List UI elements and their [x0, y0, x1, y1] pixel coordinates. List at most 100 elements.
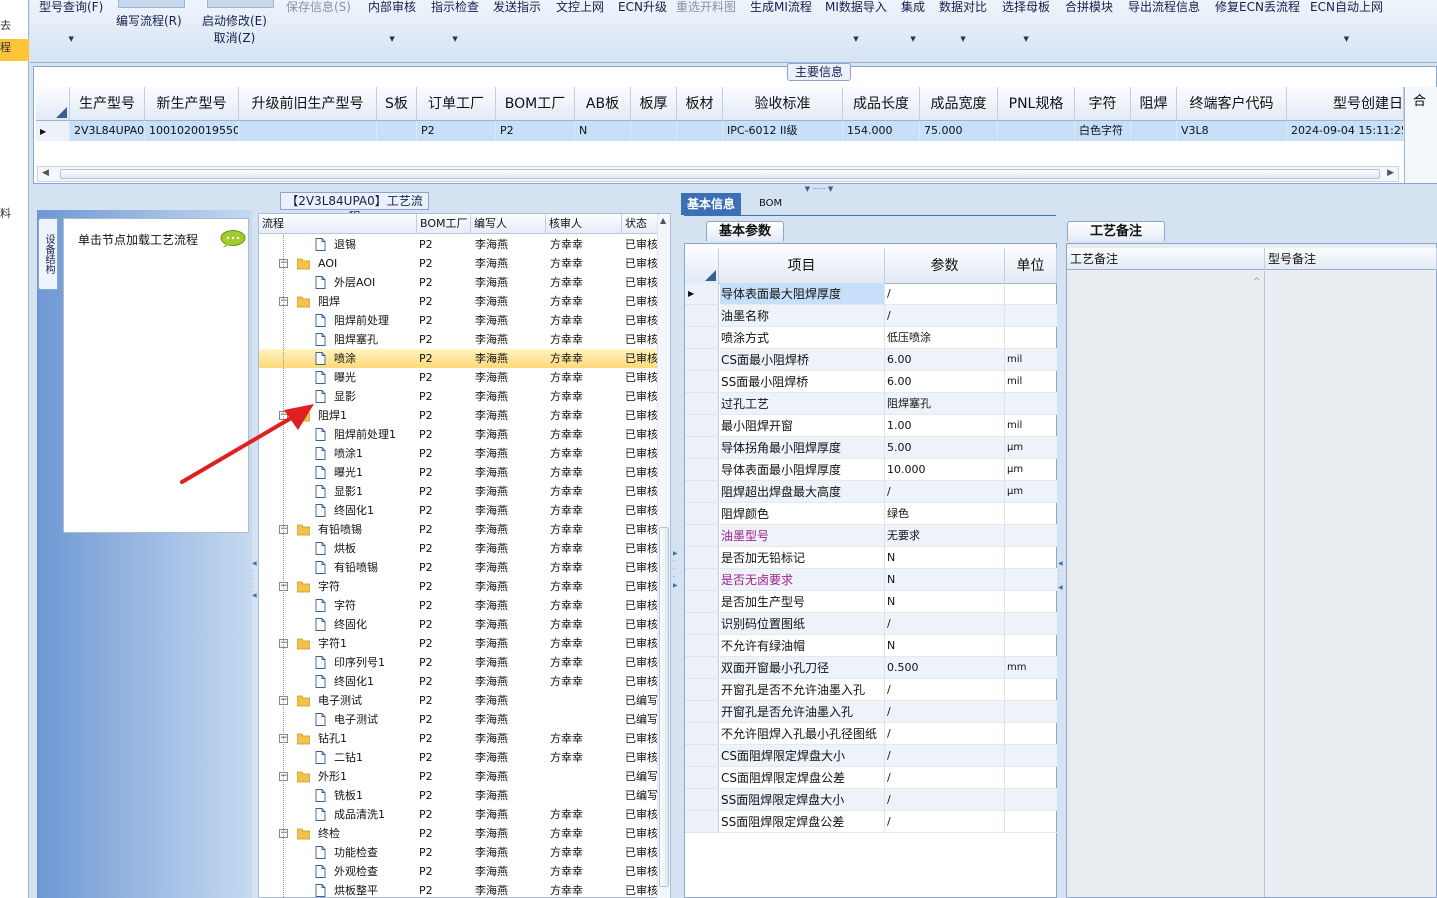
grid-cell[interactable]: 2V3L84UPA0: [70, 121, 145, 141]
grid-header[interactable]: 验收标准: [723, 87, 843, 121]
tree-node-row[interactable]: 成品清洗1 P2 李海燕 方幸幸 已审核: [259, 805, 659, 824]
param-row[interactable]: ▶ 导体表面最大阻焊厚度 /: [685, 283, 1057, 305]
param-row[interactable]: 不允许有绿油帽 N: [685, 635, 1057, 657]
tree-vertical-scrollbar[interactable]: ▲: [657, 215, 670, 898]
params-header[interactable]: 项目: [719, 248, 885, 284]
write-flow-button[interactable]: 编写流程(R): [116, 14, 182, 28]
row-indicator[interactable]: [685, 459, 719, 481]
row-indicator[interactable]: [685, 437, 719, 459]
param-row[interactable]: 喷涂方式 低压喷涂: [685, 327, 1057, 349]
row-indicator[interactable]: [685, 723, 719, 745]
row-indicator[interactable]: [685, 503, 719, 525]
send-instruction-button[interactable]: 发送指示: [493, 0, 541, 14]
row-indicator[interactable]: [685, 767, 719, 789]
grid-cell[interactable]: P2: [496, 121, 575, 141]
internal-review-button[interactable]: 内部审核 ▼: [368, 0, 416, 46]
param-row[interactable]: 是否加无铅标记 N: [685, 547, 1057, 569]
grid-cell[interactable]: 75.000: [920, 121, 998, 141]
param-row[interactable]: 过孔工艺 阻焊塞孔: [685, 393, 1057, 415]
tree-node-row[interactable]: 喷涂1 P2 李海燕 方幸幸 已审核: [259, 444, 659, 463]
tree-node-row[interactable]: 阻焊前处理 P2 李海燕 方幸幸 已审核: [259, 311, 659, 330]
row-indicator[interactable]: [685, 547, 719, 569]
tree-node-row[interactable]: 烘板整平 P2 李海燕 方幸幸 已审核: [259, 881, 659, 897]
row-indicator[interactable]: [685, 393, 719, 415]
grid-cell[interactable]: [377, 121, 417, 141]
grid-cell[interactable]: [998, 121, 1075, 141]
grid-cell[interactable]: P2: [417, 121, 496, 141]
tree-node-row[interactable]: 烘板 P2 李海燕 方幸幸 已审核: [259, 539, 659, 558]
tree-node-row[interactable]: 有铅喷锡 P2 李海燕 方幸幸 已审核: [259, 558, 659, 577]
integration-button[interactable]: 集成 ▼: [901, 0, 925, 46]
data-compare-button[interactable]: 数据对比 ▼: [939, 0, 987, 46]
scroll-up-icon[interactable]: ▲: [660, 216, 666, 225]
row-indicator[interactable]: [685, 679, 719, 701]
tree-node-row[interactable]: 曝光 P2 李海燕 方幸幸 已审核: [259, 368, 659, 387]
param-value[interactable]: 阻焊塞孔: [885, 393, 1005, 415]
param-row[interactable]: 阻焊颜色 绿色: [685, 503, 1057, 525]
grid-cell[interactable]: [239, 121, 377, 141]
tree-node-row[interactable]: 字符 P2 李海燕 方幸幸 已审核: [259, 596, 659, 615]
grid-cell[interactable]: [631, 121, 677, 141]
tab-basic-info[interactable]: 基本信息: [681, 193, 742, 215]
model-notes-textarea[interactable]: [1266, 271, 1436, 897]
scroll-thumb[interactable]: [659, 527, 669, 887]
param-value[interactable]: /: [885, 789, 1005, 811]
grid-header[interactable]: 升级前旧生产型号: [239, 87, 377, 121]
left-strip-item[interactable]: 去: [0, 17, 29, 33]
tree-node-row[interactable]: 喷涂 P2 李海燕 方幸幸 已审核: [259, 349, 659, 368]
merge-module-button[interactable]: 合拼模块: [1065, 0, 1113, 14]
horizontal-scrollbar[interactable]: ◀ ▶: [37, 166, 1399, 182]
tree-header[interactable]: 流程: [259, 214, 417, 234]
grid-header[interactable]: PNL规格: [998, 87, 1075, 121]
tree-node-row[interactable]: 终固化1 P2 李海燕 方幸幸 已审核: [259, 501, 659, 520]
param-row[interactable]: SS面阻焊限定焊盘大小 /: [685, 789, 1057, 811]
param-row[interactable]: CS面最小阻焊桥 6.00 mil: [685, 349, 1057, 371]
param-value[interactable]: 低压喷涂: [885, 327, 1005, 349]
tree-node-row[interactable]: 阻焊塞孔 P2 李海燕 方幸幸 已审核: [259, 330, 659, 349]
param-value[interactable]: /: [885, 745, 1005, 767]
param-value[interactable]: N: [885, 569, 1005, 591]
param-value[interactable]: /: [885, 283, 1005, 305]
grid-header[interactable]: 板厚: [631, 87, 677, 121]
param-row[interactable]: 导体拐角最小阻焊厚度 5.00 µm: [685, 437, 1057, 459]
repair-ecn-flow-button[interactable]: 修复ECN丢流程: [1215, 0, 1300, 14]
mi-data-import-button[interactable]: MI数据导入 ▼: [825, 0, 887, 46]
params-header[interactable]: 参数: [885, 248, 1005, 284]
tree-node-row[interactable]: 二钻1 P2 李海燕 方幸幸 已审核: [259, 748, 659, 767]
tree-node-row[interactable]: 功能检查 P2 李海燕 方幸幸 已审核: [259, 843, 659, 862]
tree-group-row[interactable]: − 钻孔1 P2 李海燕 方幸幸 已审核: [259, 729, 659, 748]
param-value[interactable]: N: [885, 591, 1005, 613]
generate-mi-flow-button[interactable]: 生成MI流程: [750, 0, 812, 14]
params-header[interactable]: 单位: [1005, 248, 1057, 284]
param-row[interactable]: SS面最小阻焊桥 6.00 mil: [685, 371, 1057, 393]
model-notes-header[interactable]: 型号备注: [1265, 248, 1437, 270]
tree-node-row[interactable]: 显影1 P2 李海燕 方幸幸 已审核: [259, 482, 659, 501]
param-value[interactable]: 6.00: [885, 371, 1005, 393]
tab-bom[interactable]: BOM: [753, 193, 788, 215]
row-indicator[interactable]: [685, 525, 719, 547]
grid-cell[interactable]: 154.000: [843, 121, 920, 141]
main-info-side-header[interactable]: 合: [1404, 87, 1437, 183]
scroll-left-icon[interactable]: ◀: [42, 168, 49, 178]
param-row[interactable]: 识别码位置图纸 /: [685, 613, 1057, 635]
left-strip-item[interactable]: 料: [0, 205, 29, 221]
param-value[interactable]: 6.00: [885, 349, 1005, 371]
tree-group-row[interactable]: − 终检 P2 李海燕 方幸幸 已审核: [259, 824, 659, 843]
select-motherboard-button[interactable]: 选择母板 ▼: [1002, 0, 1050, 46]
param-value[interactable]: N: [885, 547, 1005, 569]
grid-header[interactable]: 订单工厂: [417, 87, 496, 121]
row-indicator[interactable]: [685, 327, 719, 349]
row-indicator[interactable]: [685, 613, 719, 635]
row-indicator[interactable]: [685, 789, 719, 811]
tree-node-row[interactable]: 铣板1 P2 李海燕 已编写: [259, 786, 659, 805]
cancel-modify-label[interactable]: 取消(Z): [214, 31, 256, 45]
splitter-grip[interactable]: ▼ ······ ▼: [785, 186, 853, 193]
tree-node-row[interactable]: 退锡 P2 李海燕 方幸幸 已审核: [259, 235, 659, 254]
param-value[interactable]: /: [885, 767, 1005, 789]
param-value[interactable]: /: [885, 723, 1005, 745]
row-indicator[interactable]: [685, 481, 719, 503]
param-row[interactable]: 油墨型号 无要求: [685, 525, 1057, 547]
tree-group-row[interactable]: − 字符1 P2 李海燕 方幸幸 已审核: [259, 634, 659, 653]
grid-cell[interactable]: 10010200195500: [145, 121, 239, 141]
param-row[interactable]: 开窗孔是否不允许油墨入孔 /: [685, 679, 1057, 701]
